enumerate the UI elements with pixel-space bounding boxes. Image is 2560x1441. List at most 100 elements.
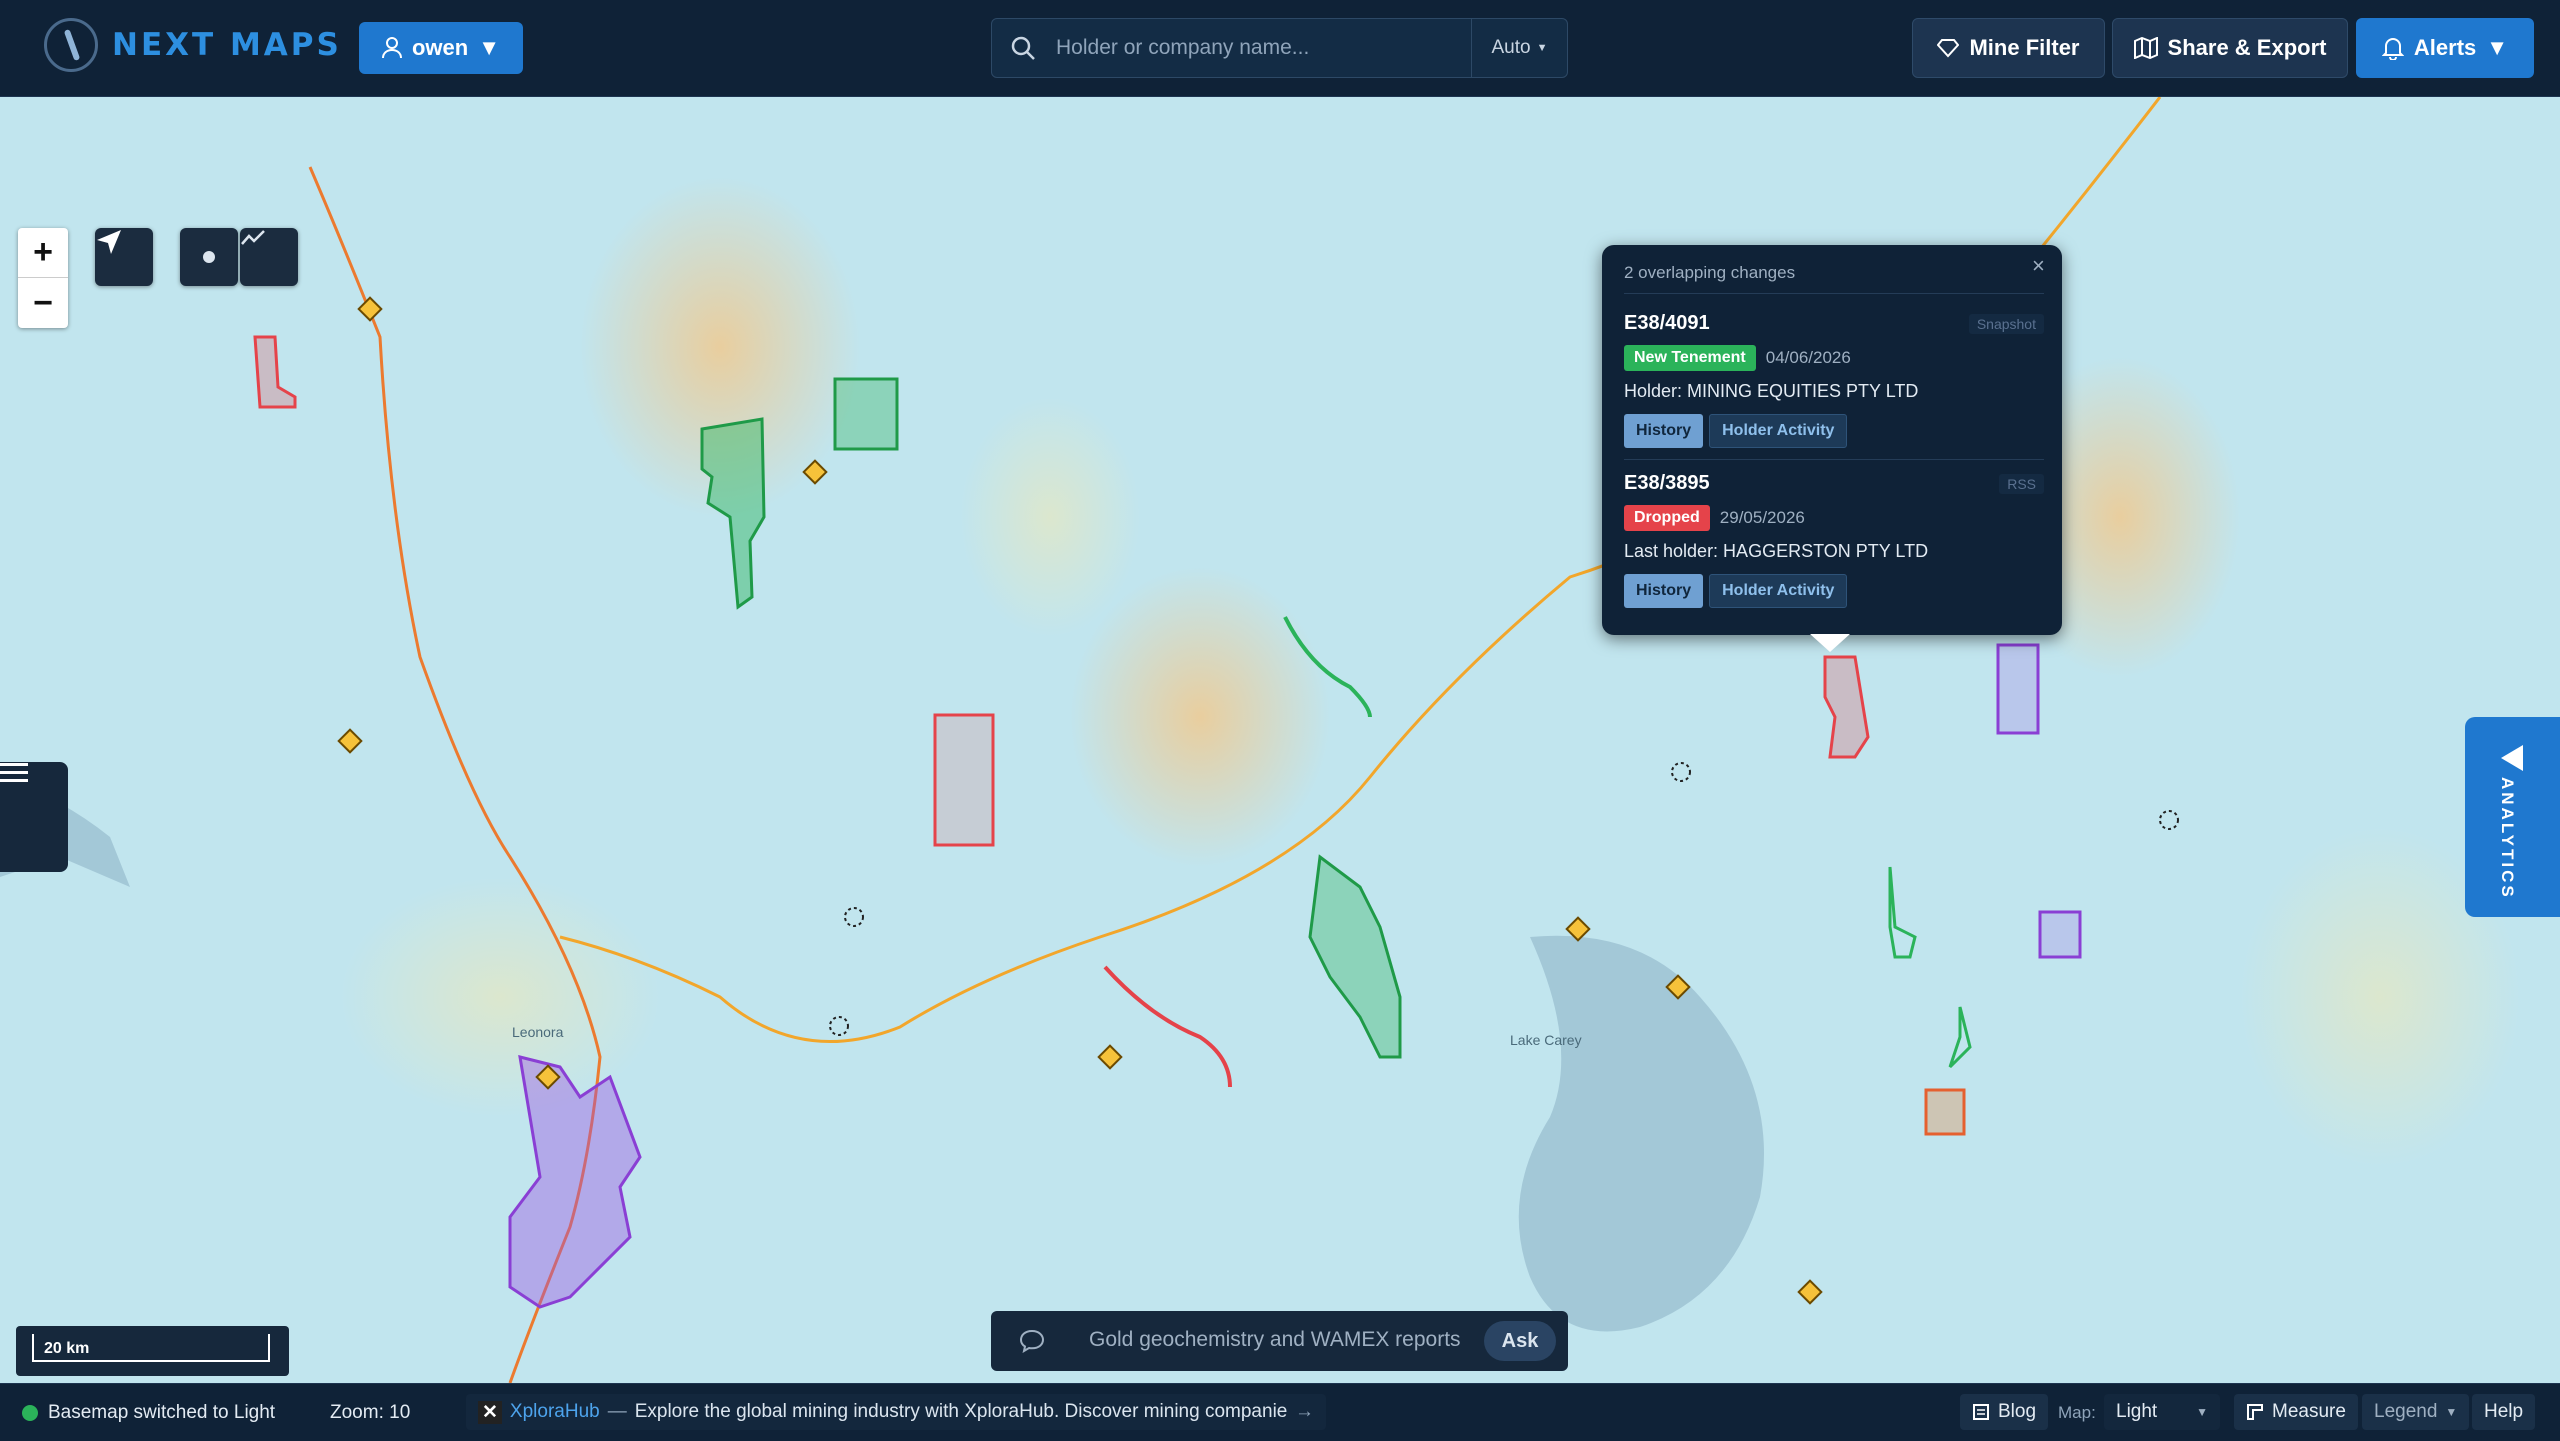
navigation-arrow-icon	[97, 230, 121, 254]
menu-button[interactable]	[0, 762, 68, 872]
terrain-high	[1070, 567, 1330, 867]
map-style-label: Map:	[2058, 1402, 2096, 1422]
change-entry: E38/3895 RSS Dropped 29/05/2026 Last hol…	[1624, 472, 2044, 608]
help-label: Help	[2484, 1401, 2524, 1422]
place-label-lake-carey: Lake Carey	[1510, 1032, 1582, 1048]
scale-bar: 20 km	[16, 1326, 289, 1376]
caret-down-icon: ▼	[1536, 42, 1548, 54]
alerts-label: Alerts	[2413, 35, 2477, 60]
ticker-dash: —	[607, 1401, 627, 1422]
chevron-down-icon: ▼	[2486, 35, 2509, 60]
terrain-high	[960, 397, 1140, 637]
alerts-button[interactable]: Alerts ▼	[2356, 18, 2534, 78]
search-icon	[1011, 36, 1035, 60]
blog-button[interactable]: Blog	[1960, 1394, 2049, 1430]
dot-icon	[203, 251, 215, 263]
mine-filter-button[interactable]: Mine Filter	[1912, 18, 2105, 78]
change-date: 04/06/2026	[1765, 348, 1851, 367]
analytics-label: ANALYTICS	[2498, 777, 2517, 900]
search-input[interactable]	[1054, 19, 1454, 77]
ask-bar: Gold geochemistry and WAMEX reports Ask	[991, 1311, 1568, 1371]
zoom-out-button[interactable]: −	[18, 278, 68, 328]
tenement-purple	[2038, 910, 2082, 959]
overlap-popup: 2 overlapping changes × E38/4091 Snapsho…	[1602, 245, 2062, 652]
close-icon[interactable]: ×	[2032, 253, 2045, 279]
bell-icon	[2381, 38, 2404, 60]
user-menu-button[interactable]: owen ▼	[359, 22, 523, 74]
analytics-panel-toggle[interactable]: ANALYTICS	[2465, 717, 2560, 917]
compass-logo-icon	[44, 18, 98, 72]
diamond-icon	[1937, 39, 1960, 58]
chevron-down-icon: ▼	[2196, 1405, 2208, 1419]
search-mode-select[interactable]: Auto ▼	[1471, 19, 1567, 77]
basemap-status: Basemap switched to Light	[22, 1384, 275, 1441]
top-bar: NEXT MAPS owen ▼ Auto ▼ Mine Filter Shar…	[0, 0, 2560, 97]
tenement-purple	[1996, 643, 2040, 735]
zoom-in-button[interactable]: +	[18, 228, 68, 278]
status-bar: Basemap switched to Light Zoom: 10 ✕ Xpl…	[0, 1383, 2560, 1440]
search-bar: Auto ▼	[991, 18, 1568, 78]
ask-question[interactable]: Gold geochemistry and WAMEX reports	[1089, 1328, 1461, 1352]
search-mode-value: Auto	[1491, 37, 1531, 58]
draw-line-button[interactable]	[240, 228, 298, 286]
xplorahub-logo-icon: ✕	[478, 1400, 502, 1424]
line-chart-icon	[241, 230, 265, 245]
share-export-label: Share & Export	[2167, 35, 2327, 60]
map-icon	[2133, 37, 2158, 59]
ticker-text: Explore the global mining industry with …	[634, 1401, 1287, 1422]
zoom-control: + −	[18, 228, 68, 328]
chat-bubble-icon	[1019, 1329, 1045, 1353]
history-button[interactable]: History	[1624, 574, 1704, 608]
blog-label: Blog	[1998, 1401, 2037, 1422]
news-ticker[interactable]: ✕ XploraHub — Explore the global mining …	[466, 1394, 1326, 1430]
legend-button[interactable]: Legend ▼	[2362, 1394, 2470, 1430]
source-badge: Snapshot	[1968, 314, 2044, 334]
popup-pointer	[1810, 634, 1850, 652]
measure-label: Measure	[2272, 1401, 2346, 1422]
legend-label: Legend	[2374, 1401, 2438, 1422]
app-logo[interactable]: NEXT MAPS	[44, 18, 342, 72]
chevron-down-icon: ▼	[2445, 1405, 2458, 1419]
divider	[1624, 459, 2044, 460]
holder-activity-button[interactable]: Holder Activity	[1709, 414, 1848, 448]
basemap-status-text: Basemap switched to Light	[48, 1401, 276, 1423]
user-icon	[381, 37, 402, 59]
share-export-button[interactable]: Share & Export	[2112, 18, 2348, 78]
divider	[1624, 293, 2044, 294]
change-date: 29/05/2026	[1719, 508, 1805, 527]
user-name: owen	[411, 35, 469, 60]
ruler-icon	[2247, 1404, 2263, 1420]
app-title: NEXT MAPS	[112, 27, 342, 63]
scale-label: 20 km	[32, 1334, 270, 1362]
status-badge: New Tenement	[1624, 345, 1756, 371]
tenement-red	[933, 713, 995, 847]
zoom-level: Zoom: 10	[330, 1401, 411, 1423]
map-style-select[interactable]: Light ▼	[2104, 1394, 2220, 1430]
tenement-id[interactable]: E38/3895	[1624, 472, 2044, 495]
ask-button[interactable]: Ask	[1484, 1321, 1556, 1361]
tenement-green	[833, 377, 899, 451]
popup-header: 2 overlapping changes	[1624, 263, 1796, 282]
place-label-leonora: Leonora	[512, 1024, 564, 1040]
map-canvas[interactable]: Leonora Lake Carey + − ANALYTICS	[0, 97, 2560, 1383]
measure-button[interactable]: Measure	[2234, 1394, 2358, 1430]
draw-point-button[interactable]	[180, 228, 238, 286]
holder-activity-button[interactable]: Holder Activity	[1709, 574, 1848, 608]
history-button[interactable]: History	[1624, 414, 1704, 448]
help-button[interactable]: Help	[2472, 1394, 2536, 1430]
map-style-value: Light	[2116, 1401, 2158, 1422]
chevron-down-icon: ▼	[478, 35, 500, 60]
status-dot-icon	[22, 1404, 38, 1421]
status-badge: Dropped	[1624, 505, 1710, 531]
source-badge: RSS	[1999, 474, 2044, 494]
mine-filter-label: Mine Filter	[1969, 35, 2080, 60]
holder-text: Holder: MINING EQUITIES PTY LTD	[1624, 381, 1919, 401]
locate-button[interactable]	[95, 228, 153, 286]
newspaper-icon	[1973, 1404, 1989, 1420]
hamburger-menu-icon	[0, 763, 28, 782]
map-layer: Leonora Lake Carey	[0, 97, 2560, 1383]
arrow-right-icon: →	[1295, 1401, 1314, 1422]
change-entry: E38/4091 Snapshot New Tenement 04/06/202…	[1624, 312, 2044, 448]
tenement-orange	[1924, 1088, 1966, 1136]
ticker-source: XploraHub	[509, 1401, 600, 1422]
